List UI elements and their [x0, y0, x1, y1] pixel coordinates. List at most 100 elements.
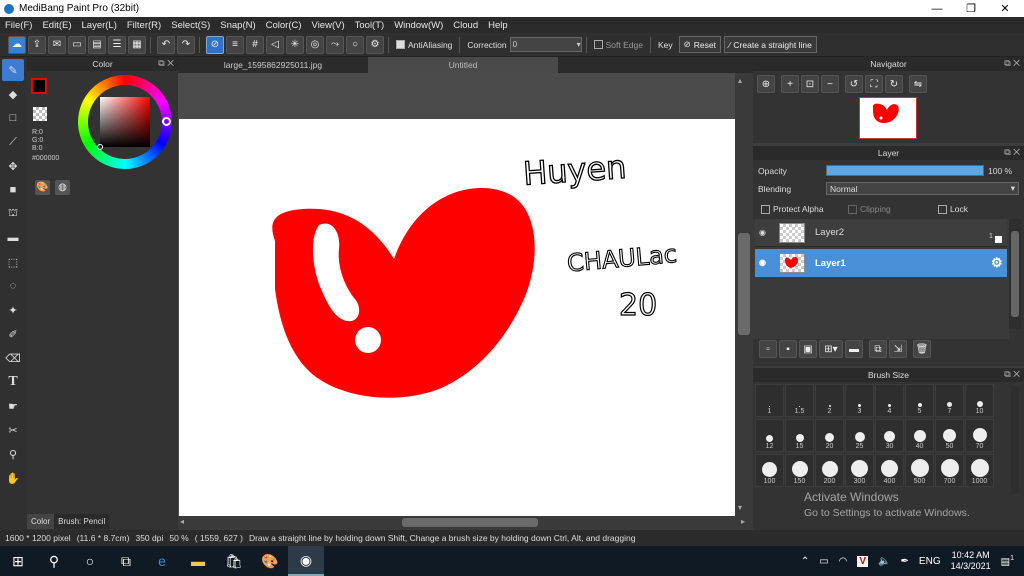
new-layer-icon[interactable]: ▫: [759, 340, 777, 358]
undo-icon[interactable]: ↶: [157, 35, 175, 54]
brush-size-option[interactable]: 4: [875, 384, 904, 417]
menu-cloud[interactable]: Cloud: [448, 20, 483, 31]
clipping-checkbox[interactable]: [848, 204, 857, 214]
foreground-color-swatch[interactable]: [31, 78, 47, 94]
menu-select[interactable]: Select(S): [166, 20, 215, 31]
clock[interactable]: 10:42 AM 14/3/2021: [951, 550, 991, 572]
cross-snap-icon[interactable]: #: [246, 35, 264, 54]
grid-icon[interactable]: ▦: [128, 35, 146, 54]
vertical-scrollbar[interactable]: ▴ ▾: [735, 73, 753, 516]
curve-snap-icon[interactable]: ⤳: [326, 35, 344, 54]
soft-edge-toggle[interactable]: Soft Edge: [593, 40, 643, 50]
notification-icon[interactable]: ▤1: [1001, 555, 1014, 567]
rotate-right-icon[interactable]: ↻: [885, 75, 903, 93]
vivaldi-tray-icon[interactable]: V: [857, 555, 869, 567]
reset-button[interactable]: ⊘ Reset: [678, 36, 721, 53]
navigator-thumbnail[interactable]: [859, 97, 917, 139]
tab-brush[interactable]: Brush: Pencil: [54, 514, 110, 529]
move-tool-icon[interactable]: ✥: [2, 155, 24, 177]
brush-size-option[interactable]: 3: [845, 384, 874, 417]
hue-ring[interactable]: [78, 75, 172, 169]
text-tool-icon[interactable]: T: [2, 371, 24, 393]
layer-scroll-thumb[interactable]: [1011, 231, 1019, 317]
antialiasing-checkbox[interactable]: [396, 40, 405, 49]
brush-size-option[interactable]: 50: [935, 419, 964, 452]
visibility-eye-icon[interactable]: ◉: [759, 228, 766, 237]
menu-file[interactable]: File(F): [0, 20, 37, 31]
brush-size-option[interactable]: 2: [815, 384, 844, 417]
menu-view[interactable]: View(V): [307, 20, 350, 31]
parallel-snap-icon[interactable]: ≡: [226, 35, 244, 54]
scroll-up-icon[interactable]: ▴: [738, 76, 742, 85]
straight-line-button[interactable]: ⁄ Create a straight line: [723, 36, 817, 53]
lock-toggle[interactable]: Lock: [938, 204, 968, 214]
flip-icon[interactable]: ⇋: [909, 75, 927, 93]
correction-select[interactable]: 0 ▾: [509, 37, 582, 52]
gear-icon[interactable]: ⚙: [991, 255, 1003, 271]
share-icon[interactable]: ⇪: [28, 35, 46, 54]
wifi-icon[interactable]: ◠: [839, 556, 848, 567]
search-icon[interactable]: ⚲: [36, 546, 72, 576]
divide-tool-icon[interactable]: ✂: [2, 419, 24, 441]
clipping-toggle[interactable]: Clipping: [848, 204, 891, 214]
brush-size-option[interactable]: 1: [755, 384, 784, 417]
store-icon[interactable]: 🛍: [216, 546, 252, 576]
blending-select[interactable]: Normal ▾: [826, 182, 1019, 195]
scroll-left-icon[interactable]: ◂: [180, 517, 184, 526]
saturation-value-square[interactable]: [100, 97, 150, 147]
cloud-icon[interactable]: ☁: [8, 35, 26, 54]
edge-browser-icon[interactable]: e: [144, 546, 180, 576]
settings-gear-icon[interactable]: ⚙: [366, 35, 384, 54]
layer-row[interactable]: ◉ Layer2 1: [755, 219, 1007, 247]
brush-size-option[interactable]: 30: [875, 419, 904, 452]
brush-size-option[interactable]: 400: [875, 454, 904, 487]
tab-color[interactable]: Color: [27, 514, 55, 529]
vanishing-point-icon[interactable]: ◁: [266, 35, 284, 54]
rotate-left-icon[interactable]: ↺: [845, 75, 863, 93]
brush-scrollbar[interactable]: [1011, 386, 1019, 494]
line-tool-icon[interactable]: ⟋: [2, 131, 24, 153]
concentric-snap-icon[interactable]: ◎: [306, 35, 324, 54]
gradient-tool-icon[interactable]: ▬: [2, 227, 24, 249]
brush-size-option[interactable]: 500: [905, 454, 934, 487]
color-history-icon[interactable]: ◍: [55, 180, 70, 195]
brush-size-option[interactable]: 5: [905, 384, 934, 417]
canvas-area[interactable]: Huyen CHAULac 20: [178, 73, 753, 516]
select-pen-tool-icon[interactable]: ✐: [2, 323, 24, 345]
tab-document-untitled[interactable]: Untitled: [368, 57, 558, 73]
brush-size-option[interactable]: 10: [965, 384, 994, 417]
palette-icon[interactable]: 🎨: [35, 180, 50, 195]
menu-window[interactable]: Window(W): [389, 20, 448, 31]
trash-icon[interactable]: 🗑: [913, 340, 931, 358]
duplicate-layer-icon[interactable]: ⧉: [869, 340, 887, 358]
circle-snap-icon[interactable]: ○: [346, 35, 364, 54]
tab-document-jpg[interactable]: large_1595862925011.jpg: [178, 57, 368, 73]
paint-app-icon[interactable]: 🎨: [252, 546, 288, 576]
protect-alpha-toggle[interactable]: Protect Alpha: [761, 204, 824, 214]
drawing-canvas[interactable]: Huyen CHAULac 20: [179, 119, 735, 516]
zoom-out-icon[interactable]: −: [821, 75, 839, 93]
merge-layer-icon[interactable]: ⇲: [889, 340, 907, 358]
menu-layer[interactable]: Layer(L): [77, 20, 122, 31]
brush-size-option[interactable]: 25: [845, 419, 874, 452]
panel-controls[interactable]: ⧉ ✕: [1004, 369, 1020, 380]
battery-icon[interactable]: ▭: [819, 556, 828, 567]
eraser-tool-icon[interactable]: ◆: [2, 83, 24, 105]
brush-size-option[interactable]: 70: [965, 419, 994, 452]
scroll-down-icon[interactable]: ▾: [738, 503, 742, 512]
new-8bit-layer-icon[interactable]: ▣: [799, 340, 817, 358]
new-halftone-layer-icon[interactable]: ▪: [779, 340, 797, 358]
brush-size-option[interactable]: 300: [845, 454, 874, 487]
add-layer-menu-icon[interactable]: ⊞▾: [819, 340, 843, 358]
eyedropper-tool-icon[interactable]: ⚲: [2, 443, 24, 465]
brush-size-option[interactable]: 12: [755, 419, 784, 452]
lasso-tool-icon[interactable]: ◌: [2, 275, 24, 297]
menu-filter[interactable]: Filter(R): [122, 20, 166, 31]
radial-snap-icon[interactable]: ✳: [286, 35, 304, 54]
brush-size-option[interactable]: 200: [815, 454, 844, 487]
magic-wand-tool-icon[interactable]: ✦: [2, 299, 24, 321]
operation-tool-icon[interactable]: ☛: [2, 395, 24, 417]
antialiasing-toggle[interactable]: AntiAliasing: [396, 40, 452, 50]
layer-scrollbar[interactable]: [1009, 219, 1021, 329]
panel-controls[interactable]: ⧉ ✕: [158, 58, 174, 69]
